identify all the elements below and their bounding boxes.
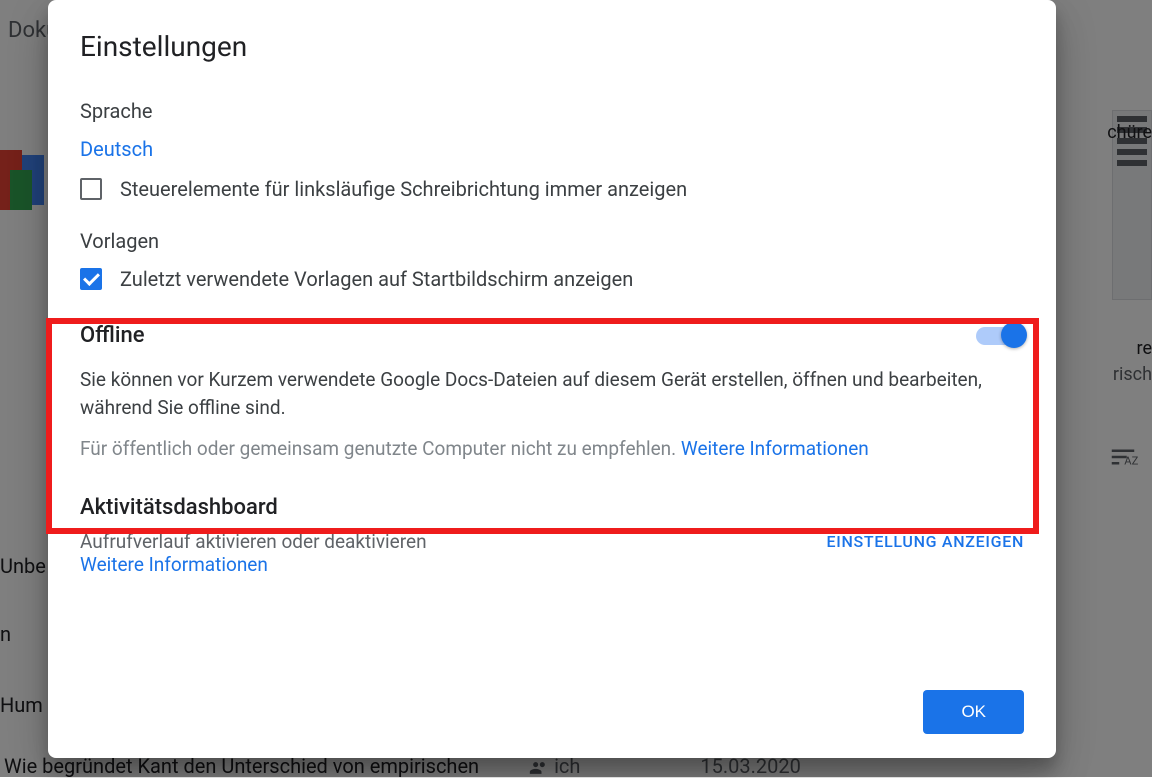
recent-templates-label: Zuletzt verwendete Vorlagen auf Startbil… (120, 267, 633, 291)
rtl-checkbox-label: Steuerelemente für linksläufige Schreibr… (120, 177, 687, 201)
rtl-checkbox[interactable] (80, 178, 102, 200)
recent-templates-checkbox[interactable] (80, 268, 102, 290)
activity-section-title: Aktivitätsdashboard (80, 495, 1024, 520)
offline-warning: Für öffentlich oder gemeinsam genutzte C… (80, 435, 1024, 463)
offline-description: Sie können vor Kurzem verwendete Google … (80, 366, 1024, 421)
toggle-knob (1001, 322, 1027, 348)
activity-subtitle: Aufrufverlauf aktivieren oder deaktivier… (80, 530, 427, 553)
templates-section: Vorlagen Zuletzt verwendete Vorlagen auf… (80, 229, 1024, 291)
offline-section: Offline Sie können vor Kurzem verwendete… (80, 301, 1024, 487)
language-value-link[interactable]: Deutsch (80, 137, 153, 161)
offline-section-title: Offline (80, 323, 144, 348)
offline-more-info-link[interactable]: Weitere Informationen (681, 437, 869, 460)
language-section: Sprache Deutsch Steuerelemente für links… (80, 99, 1024, 201)
templates-section-title: Vorlagen (80, 229, 1024, 253)
activity-section: Aktivitätsdashboard Aufrufverlauf aktivi… (80, 495, 1024, 576)
dialog-footer: OK (80, 670, 1024, 734)
language-section-title: Sprache (80, 99, 1024, 123)
activity-more-info-link[interactable]: Weitere Informationen (80, 553, 268, 576)
ok-button[interactable]: OK (923, 690, 1024, 734)
offline-toggle[interactable] (976, 327, 1024, 345)
show-settings-button[interactable]: EINSTELLUNG ANZEIGEN (826, 532, 1024, 551)
dialog-title: Einstellungen (80, 30, 1024, 63)
settings-dialog: Einstellungen Sprache Deutsch Steuerelem… (48, 0, 1056, 758)
